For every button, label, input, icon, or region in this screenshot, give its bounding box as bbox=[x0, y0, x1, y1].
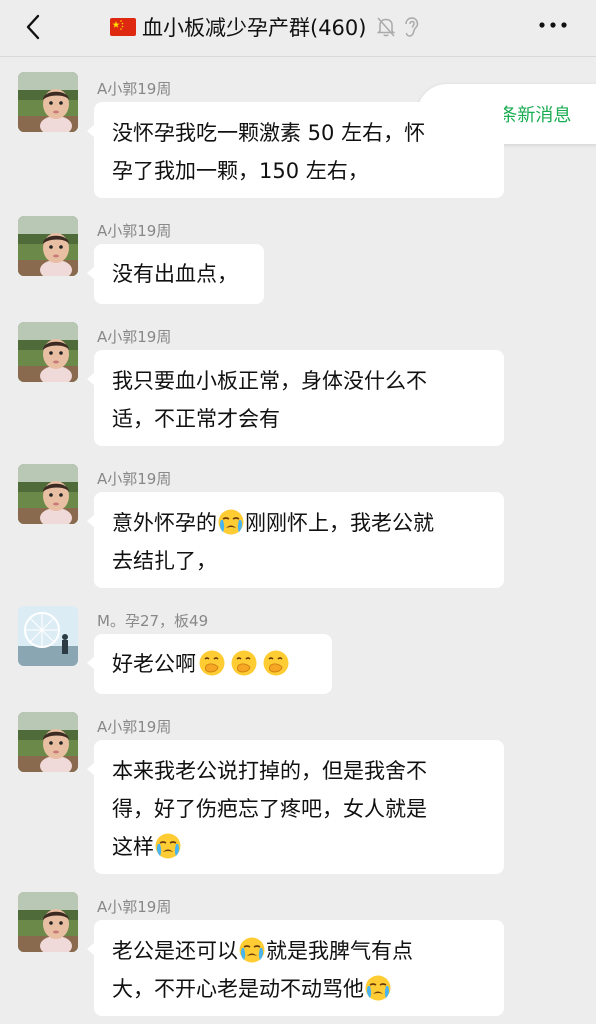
avatar[interactable] bbox=[18, 712, 78, 772]
chat-header: 血小板减少孕产群(460) bbox=[0, 0, 596, 57]
message-text: 意外怀孕的 bbox=[112, 511, 217, 535]
message-line: 孕了我加一颗，150 左右， bbox=[112, 159, 369, 183]
message-bubble[interactable]: 好老公啊 bbox=[87, 634, 332, 694]
message-line: 去结扎了， bbox=[112, 549, 217, 573]
crying-face-icon bbox=[364, 974, 392, 1002]
message-line: 本来我老公说打掉的，但是我舍不 bbox=[112, 759, 427, 783]
message-text: 老公是还可以 bbox=[112, 939, 238, 963]
crying-face-icon bbox=[217, 508, 245, 536]
message-line: 得，好了伤疤忘了疼吧，女人就是 bbox=[112, 797, 427, 821]
avatar[interactable] bbox=[18, 464, 78, 524]
face-with-hand-over-mouth-icon bbox=[198, 649, 226, 677]
message-line: 我只要血小板正常，身体没什么不 bbox=[112, 369, 427, 393]
face-with-hand-over-mouth-icon bbox=[262, 649, 290, 677]
avatar[interactable] bbox=[18, 322, 78, 382]
sender-name: A小郭19周 bbox=[97, 470, 172, 488]
crying-face-icon bbox=[154, 832, 182, 860]
message-bubble[interactable]: 本来我老公说打掉的，但是我舍不 得，好了伤疤忘了疼吧，女人就是 这样 bbox=[87, 740, 504, 874]
sender-name: A小郭19周 bbox=[97, 898, 172, 916]
chat-title-group[interactable]: 血小板减少孕产群(460) bbox=[110, 10, 420, 44]
avatar[interactable] bbox=[18, 606, 78, 666]
china-flag-icon bbox=[110, 18, 136, 36]
message-text: 这样 bbox=[112, 835, 154, 859]
more-dots-icon[interactable] bbox=[538, 20, 568, 30]
message-text: 就是我脾气有点 bbox=[266, 939, 413, 963]
message-line: 适，不正常才会有 bbox=[112, 407, 280, 431]
message-line: 意外怀孕的 刚刚怀上，我老公就 bbox=[112, 504, 486, 542]
message-bubble[interactable]: 我只要血小板正常，身体没什么不 适，不正常才会有 bbox=[87, 350, 504, 446]
avatar[interactable] bbox=[18, 72, 78, 132]
message-bubble[interactable]: 没有出血点， bbox=[87, 244, 264, 304]
sender-name: A小郭19周 bbox=[97, 222, 172, 240]
crying-face-icon bbox=[238, 936, 266, 964]
bell-muted-icon bbox=[377, 17, 396, 37]
message-text: 刚刚怀上，我老公就 bbox=[245, 511, 434, 535]
message-bubble[interactable]: 意外怀孕的 刚刚怀上，我老公就 去结扎了， bbox=[87, 492, 504, 588]
message-bubble[interactable]: 没怀孕我吃一颗激素 50 左右，怀 孕了我加一颗，150 左右， bbox=[87, 102, 504, 198]
message-line: 没怀孕我吃一颗激素 50 左右，怀 bbox=[112, 121, 426, 145]
avatar[interactable] bbox=[18, 892, 78, 952]
chat-title: 血小板减少孕产群(460) bbox=[142, 16, 367, 40]
sender-name: A小郭19周 bbox=[97, 718, 172, 736]
message-text: 大，不开心老是动不动骂他 bbox=[112, 977, 364, 1001]
message-line: 没有出血点， bbox=[112, 262, 238, 286]
message-text: 好老公啊 bbox=[112, 652, 196, 676]
sender-name: M。孕27，板49 bbox=[97, 612, 209, 630]
message-line: 好老公啊 bbox=[112, 645, 314, 683]
sender-name: A小郭19周 bbox=[97, 80, 172, 98]
avatar[interactable] bbox=[18, 216, 78, 276]
chevron-left-icon[interactable] bbox=[20, 12, 50, 42]
message-line: 大，不开心老是动不动骂他 bbox=[112, 970, 486, 1008]
message-line: 老公是还可以 就是我脾气有点 bbox=[112, 932, 486, 970]
ear-icon bbox=[405, 17, 419, 37]
face-with-hand-over-mouth-icon bbox=[230, 649, 258, 677]
message-line: 这样 bbox=[112, 828, 486, 866]
message-bubble[interactable]: 老公是还可以 就是我脾气有点 大，不开心老是动不动骂他 bbox=[87, 920, 504, 1016]
sender-name: A小郭19周 bbox=[97, 328, 172, 346]
